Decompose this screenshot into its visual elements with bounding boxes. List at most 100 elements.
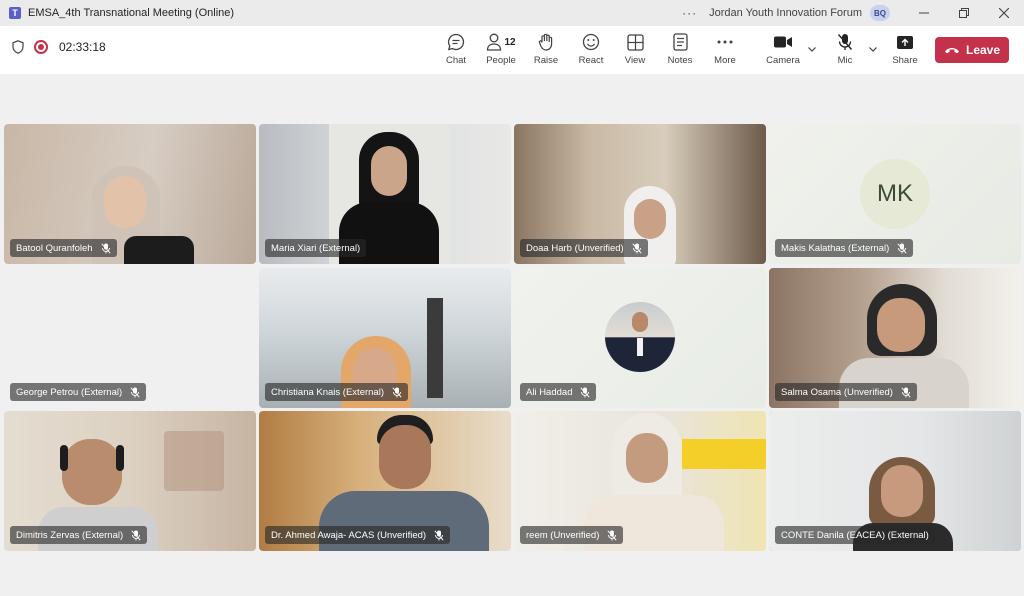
participant-name-badge: George Petrou (External) <box>10 383 147 401</box>
view-grid-icon <box>626 33 644 51</box>
view-button[interactable]: View <box>622 32 648 70</box>
chat-icon <box>447 33 465 51</box>
participant-name-badge: Dr. Ahmed Awaja- ACAS (Unverified) <box>265 526 451 544</box>
close-icon <box>999 8 1009 18</box>
people-label: People <box>486 55 516 66</box>
account-avatar[interactable]: BQ <box>870 5 890 21</box>
notes-label: Notes <box>667 55 693 66</box>
participant-name-badge: Batool Quranfoleh <box>10 239 117 257</box>
participant-name-badge: reem (Unverified) <box>520 526 624 544</box>
more-button[interactable]: More <box>712 32 738 70</box>
view-label: View <box>624 55 646 66</box>
participant-name-badge: CONTE Danila (EACEA) (External) <box>775 526 935 544</box>
mic-options-chevron-icon[interactable] <box>868 44 878 54</box>
participant-tile[interactable]: Christiana Knais (External) <box>259 268 511 408</box>
window-title: EMSA_4th Transnational Meeting (Online) <box>28 7 235 19</box>
participant-name: Makis Kalathas (External) <box>781 242 890 254</box>
mic-muted-icon <box>897 242 907 254</box>
participant-name-badge: Doaa Harb (Unverified) <box>520 239 648 257</box>
participant-name-badge: Dimitris Zervas (External) <box>10 526 148 544</box>
share-button[interactable]: Share <box>892 32 918 70</box>
shield-icon[interactable] <box>12 40 24 54</box>
mic-muted-icon <box>434 529 444 541</box>
participant-name-badge: Salma Osama (Unverified) <box>775 383 917 401</box>
participant-name-badge: Christiana Knais (External) <box>265 383 408 401</box>
chat-label: Chat <box>445 55 467 66</box>
share-icon <box>897 35 913 49</box>
participant-name: Salma Osama (Unverified) <box>781 386 893 398</box>
meeting-toolbar: 02:33:18 Chat 12 People Raise React View… <box>0 26 1024 74</box>
mic-muted-icon <box>131 529 141 541</box>
title-more-icon[interactable]: ··· <box>682 6 697 20</box>
title-bar: T EMSA_4th Transnational Meeting (Online… <box>0 0 1024 26</box>
participant-tile[interactable]: Salma Osama (Unverified) <box>769 268 1021 408</box>
camera-label: Camera <box>766 55 800 66</box>
camera-options-chevron-icon[interactable] <box>807 44 817 54</box>
chat-button[interactable]: Chat <box>443 32 469 70</box>
mic-muted-icon <box>101 242 111 254</box>
people-count: 12 <box>504 36 516 48</box>
people-icon <box>487 33 502 51</box>
raise-hand-icon <box>538 33 553 51</box>
participant-name: Ali Haddad <box>526 386 573 398</box>
more-label: More <box>714 55 736 66</box>
participant-tile[interactable]: Maria Xiari (External) <box>259 124 511 264</box>
participant-name: Doaa Harb (Unverified) <box>526 242 624 254</box>
people-button[interactable]: 12 People <box>484 32 518 70</box>
org-name: Jordan Youth Innovation Forum <box>709 7 862 19</box>
participant-tile[interactable]: Doaa Harb (Unverified) <box>514 124 766 264</box>
react-smiley-icon <box>582 33 600 51</box>
hang-up-icon <box>944 48 959 54</box>
meeting-timer: 02:33:18 <box>59 40 106 54</box>
share-label: Share <box>892 55 918 66</box>
participant-tile[interactable]: reem (Unverified) <box>514 411 766 551</box>
participant-tile-active-speaker[interactable]: CONTE Danila (EACEA) (External) <box>769 411 1021 551</box>
participant-name-badge: Maria Xiari (External) <box>265 239 367 257</box>
participant-name: reem (Unverified) <box>526 529 600 541</box>
participant-name-badge: Ali Haddad <box>520 383 597 401</box>
participant-initials-avatar: MK <box>860 159 930 229</box>
mic-muted-icon <box>392 386 402 398</box>
react-button[interactable]: React <box>578 32 604 70</box>
teams-app-icon: T <box>9 7 21 19</box>
minimize-button[interactable] <box>904 0 944 26</box>
participant-photo-avatar <box>605 302 675 372</box>
participant-tile[interactable]: Batool Quranfoleh <box>4 124 256 264</box>
mic-muted-icon <box>607 529 617 541</box>
mic-button[interactable]: Mic <box>832 32 858 70</box>
camera-button[interactable]: Camera <box>766 32 800 70</box>
mic-muted-icon <box>632 242 642 254</box>
minimize-icon <box>919 12 929 14</box>
participant-name: Dimitris Zervas (External) <box>16 529 124 541</box>
participant-name: Christiana Knais (External) <box>271 386 384 398</box>
mic-label: Mic <box>837 55 853 66</box>
participant-name: Maria Xiari (External) <box>271 242 361 254</box>
react-label: React <box>578 55 604 66</box>
raise-hand-button[interactable]: Raise <box>533 32 559 70</box>
participant-tile[interactable]: Dimitris Zervas (External) <box>4 411 256 551</box>
participant-name: George Petrou (External) <box>16 386 123 398</box>
close-button[interactable] <box>984 0 1024 26</box>
notes-icon <box>672 33 688 51</box>
mic-muted-icon <box>130 386 140 398</box>
notes-button[interactable]: Notes <box>667 32 693 70</box>
participant-name-badge: Makis Kalathas (External) <box>775 239 914 257</box>
restore-button[interactable] <box>944 0 984 26</box>
participant-name: Batool Quranfoleh <box>16 242 93 254</box>
leave-label: Leave <box>965 43 1001 57</box>
more-icon <box>717 40 733 44</box>
leave-button[interactable]: Leave <box>935 37 1009 63</box>
mic-muted-icon <box>837 34 853 50</box>
participant-name: CONTE Danila (EACEA) (External) <box>781 529 929 541</box>
restore-icon <box>959 8 969 18</box>
camera-icon <box>774 36 792 48</box>
participant-tile[interactable]: George Petrou (External) <box>4 268 256 408</box>
participant-tile[interactable]: Ali Haddad <box>514 268 766 408</box>
mic-muted-icon <box>901 386 911 398</box>
participant-tile[interactable]: MK Makis Kalathas (External) <box>769 124 1021 264</box>
mic-muted-icon <box>580 386 591 398</box>
recording-icon <box>34 40 48 54</box>
participant-tile[interactable]: Dr. Ahmed Awaja- ACAS (Unverified) <box>259 411 511 551</box>
raise-label: Raise <box>533 55 559 66</box>
participant-name: Dr. Ahmed Awaja- ACAS (Unverified) <box>271 529 427 541</box>
